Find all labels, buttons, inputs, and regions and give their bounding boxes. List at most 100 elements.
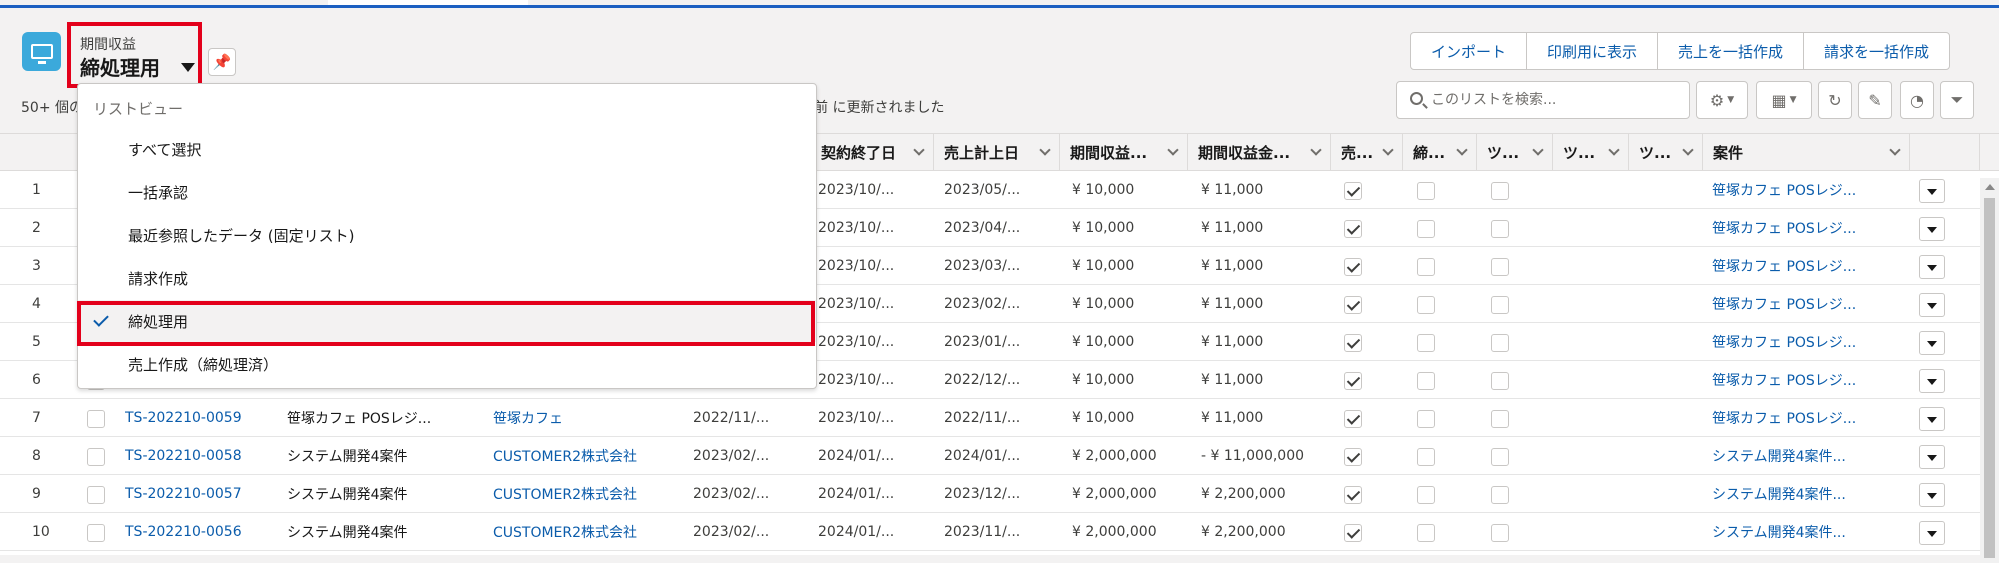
record-id-link[interactable]: TS-202210-0058	[125, 437, 275, 475]
project-link[interactable]: 笹塚カフェ POSレジ...	[1712, 247, 1902, 285]
caret-down-icon[interactable]	[181, 63, 195, 72]
row-actions-button[interactable]	[1919, 255, 1945, 279]
charts-button[interactable]: ◔	[1900, 81, 1934, 119]
column-header-2[interactable]: 売上計上日	[934, 134, 1060, 171]
row-actions-button[interactable]	[1919, 483, 1945, 507]
row-actions-button[interactable]	[1919, 407, 1945, 431]
account-link[interactable]: CUSTOMER2株式会社	[493, 437, 683, 475]
sales-checkbox[interactable]	[1344, 220, 1362, 238]
project-link[interactable]: システム開発4案件...	[1712, 513, 1902, 551]
row-actions-button[interactable]	[1919, 217, 1945, 241]
sales-checkbox[interactable]	[1344, 296, 1362, 314]
chevron-down-icon[interactable]	[1456, 144, 1468, 156]
column-header-3[interactable]: 期間収益...	[1060, 134, 1188, 171]
project-link[interactable]: 笹塚カフェ POSレジ...	[1712, 285, 1902, 323]
sales-checkbox[interactable]	[1344, 524, 1362, 542]
action-button-4[interactable]: 請求を一括作成	[1804, 33, 1949, 69]
row-select-checkbox[interactable]	[87, 410, 105, 428]
row-actions-button[interactable]	[1919, 445, 1945, 469]
tool-checkbox[interactable]	[1491, 372, 1509, 390]
tool-checkbox[interactable]	[1491, 258, 1509, 276]
column-header-8[interactable]: ツ...	[1553, 134, 1629, 171]
dropdown-item[interactable]: 請求作成	[78, 257, 816, 299]
chevron-down-icon[interactable]	[1682, 144, 1694, 156]
record-id-link[interactable]: TS-202210-0057	[125, 475, 275, 513]
chevron-down-icon[interactable]	[1608, 144, 1620, 156]
closing-checkbox[interactable]	[1417, 258, 1435, 276]
project-link[interactable]: システム開発4案件...	[1712, 437, 1902, 475]
row-actions-button[interactable]	[1919, 179, 1945, 203]
account-link[interactable]: 笹塚カフェ	[493, 399, 683, 437]
account-link[interactable]: CUSTOMER2株式会社	[493, 475, 683, 513]
refresh-button[interactable]: ↻	[1818, 81, 1852, 119]
project-link[interactable]: 笹塚カフェ POSレジ...	[1712, 323, 1902, 361]
project-link[interactable]: 笹塚カフェ POSレジ...	[1712, 209, 1902, 247]
tool-checkbox[interactable]	[1491, 334, 1509, 352]
action-button-1[interactable]: インポート	[1411, 33, 1528, 69]
closing-checkbox[interactable]	[1417, 524, 1435, 542]
settings-button[interactable]: ⚙ ▼	[1696, 81, 1748, 119]
chevron-down-icon[interactable]	[1889, 144, 1901, 156]
sales-checkbox[interactable]	[1344, 372, 1362, 390]
chevron-down-icon[interactable]	[913, 144, 925, 156]
sales-checkbox[interactable]	[1344, 258, 1362, 276]
account-link[interactable]: CUSTOMER2株式会社	[493, 513, 683, 551]
project-link[interactable]: 笹塚カフェ POSレジ...	[1712, 361, 1902, 399]
tool-checkbox[interactable]	[1491, 486, 1509, 504]
row-actions-button[interactable]	[1919, 521, 1945, 545]
column-header-9[interactable]: ツ...	[1629, 134, 1703, 171]
action-button-3[interactable]: 売上を一括作成	[1658, 33, 1805, 69]
closing-checkbox[interactable]	[1417, 448, 1435, 466]
chevron-down-icon[interactable]	[1382, 144, 1394, 156]
chevron-down-icon[interactable]	[1310, 144, 1322, 156]
tool-checkbox[interactable]	[1491, 448, 1509, 466]
list-search[interactable]	[1396, 81, 1690, 119]
record-id-link[interactable]: TS-202210-0059	[125, 399, 275, 437]
tool-checkbox[interactable]	[1491, 182, 1509, 200]
sales-checkbox[interactable]	[1344, 410, 1362, 428]
column-header-5[interactable]: 売...	[1331, 134, 1403, 171]
row-actions-button[interactable]	[1919, 331, 1945, 355]
column-header-10[interactable]: 案件	[1703, 134, 1910, 171]
sales-checkbox[interactable]	[1344, 182, 1362, 200]
closing-checkbox[interactable]	[1417, 486, 1435, 504]
project-link[interactable]: 笹塚カフェ POSレジ...	[1712, 171, 1902, 209]
closing-checkbox[interactable]	[1417, 296, 1435, 314]
list-view-name[interactable]: 締処理用	[80, 52, 160, 81]
closing-checkbox[interactable]	[1417, 372, 1435, 390]
display-as-button[interactable]: ▦ ▼	[1756, 81, 1812, 119]
edit-columns-button[interactable]: ✎	[1858, 81, 1892, 119]
row-actions-button[interactable]	[1919, 293, 1945, 317]
vertical-scrollbar[interactable]	[1980, 178, 1999, 563]
column-header-6[interactable]: 締...	[1403, 134, 1477, 171]
tool-checkbox[interactable]	[1491, 524, 1509, 542]
project-link[interactable]: 笹塚カフェ POSレジ...	[1712, 399, 1902, 437]
tool-checkbox[interactable]	[1491, 220, 1509, 238]
closing-checkbox[interactable]	[1417, 182, 1435, 200]
project-link[interactable]: システム開発4案件...	[1712, 475, 1902, 513]
record-id-link[interactable]: TS-202210-0056	[125, 513, 275, 551]
closing-checkbox[interactable]	[1417, 410, 1435, 428]
scrollbar-thumb[interactable]	[1984, 198, 1995, 558]
chevron-down-icon[interactable]	[1167, 144, 1179, 156]
scroll-up-icon[interactable]	[1985, 184, 1995, 190]
chevron-down-icon[interactable]	[1039, 144, 1051, 156]
closing-checkbox[interactable]	[1417, 334, 1435, 352]
dropdown-item[interactable]: 売上作成（締処理済）	[78, 343, 816, 385]
search-input[interactable]	[1431, 82, 1681, 118]
sales-checkbox[interactable]	[1344, 486, 1362, 504]
sales-checkbox[interactable]	[1344, 448, 1362, 466]
dropdown-item[interactable]: すべて選択	[78, 128, 816, 170]
column-header-1[interactable]: 契約終了日	[811, 134, 934, 171]
filter-button[interactable]: ⏷	[1940, 81, 1974, 119]
column-header-4[interactable]: 期間収益金...	[1188, 134, 1331, 171]
pin-icon[interactable]: 📌	[208, 48, 236, 76]
row-select-checkbox[interactable]	[87, 486, 105, 504]
dropdown-item[interactable]: 最近参照したデータ (固定リスト)	[78, 214, 816, 256]
tool-checkbox[interactable]	[1491, 410, 1509, 428]
chevron-down-icon[interactable]	[1532, 144, 1544, 156]
list-view-switcher[interactable]: 期間収益 締処理用	[67, 22, 202, 88]
dropdown-item[interactable]: 一括承認	[78, 171, 816, 213]
tool-checkbox[interactable]	[1491, 296, 1509, 314]
row-actions-button[interactable]	[1919, 369, 1945, 393]
